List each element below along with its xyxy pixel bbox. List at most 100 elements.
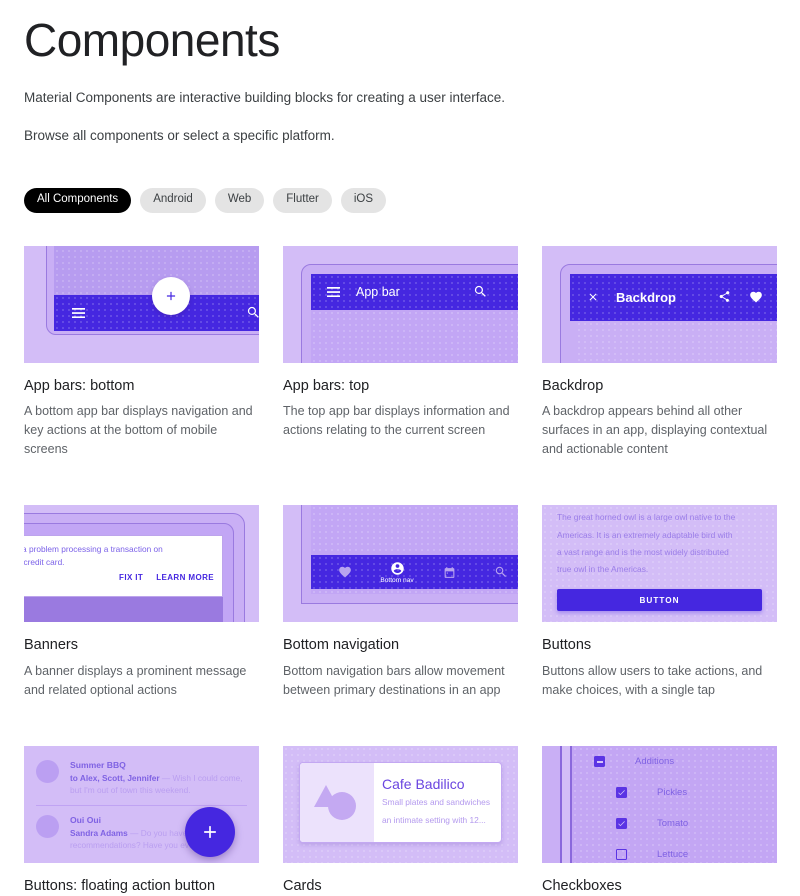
backdrop-title: Backdrop [616,289,676,305]
card-title: Backdrop [542,377,604,394]
card-description: The top app bar displays information and… [283,404,510,438]
cards-illustration: Cafe Badilico Small plates and sandwiche… [283,746,518,864]
close-icon [589,293,597,301]
checkbox-row-tomato[interactable]: Tomato [572,808,777,839]
bottom-nav-item-account[interactable]: Bottom nav [371,561,423,584]
checkbox-row-pickles[interactable]: Pickles [572,777,777,808]
card-description: A bottom app bar displays navigation and… [24,404,253,457]
checkbox-label: Pickles [657,787,688,799]
buttons-body-line-3: a vast range and is the most widely dist… [557,546,729,557]
chip-flutter[interactable]: Flutter [273,188,332,213]
checkbox-row-additions[interactable]: Additions [572,746,777,777]
share-icon [719,290,730,302]
checkbox-indeterminate[interactable] [594,756,605,768]
bottom-nav-item-favorites[interactable] [319,565,371,579]
card-description: A banner displays a prominent message an… [24,664,247,698]
bottom-nav-item-search[interactable] [475,565,518,579]
card-title: Cards [283,878,322,895]
mail-subject: Summer BBQ [70,760,126,771]
page-intro-line-2: Browse all components or select a specif… [24,128,335,144]
page-intro-line-1: Material Components are interactive buil… [24,89,505,105]
chip-ios[interactable]: iOS [340,188,387,213]
banner-message-line-2: your credit card. [24,556,65,567]
component-card-cards[interactable]: Cafe Badilico Small plates and sandwiche… [283,746,518,896]
card-description: A backdrop appears behind all other surf… [542,404,768,457]
card-title: Bottom navigation [283,637,400,654]
bottom-nav-item-calendar[interactable] [423,566,475,579]
card-description: Buttons allow users to take actions, and… [542,664,763,698]
card-title: Buttons: floating action button [24,878,216,895]
search-icon [247,306,259,318]
hamburger-icon [72,307,85,318]
mail-recipients: to Alex, Scott, Jennifer [70,773,160,784]
chip-all-components[interactable]: All Components [24,188,132,213]
component-card-buttons[interactable]: The great horned owl is a large owl nati… [542,505,777,700]
banner-action-fix-it[interactable]: FIX IT [119,573,143,582]
page-title: Components [24,14,280,66]
checkbox-checked[interactable] [616,787,627,799]
chip-android[interactable]: Android [140,188,206,213]
component-card-floating-action-button[interactable]: Summer BBQ to Alex, Scott, Jennifer — Wi… [24,746,259,896]
platform-filter-chips: All Components Android Web Flutter iOS [24,188,776,213]
account-circle-icon [390,562,404,575]
contained-button[interactable]: BUTTON [557,589,762,612]
app-bars-top-illustration: App bar [283,245,518,363]
calendar-icon [444,566,454,578]
card-supporting-line-1: Small plates and sandwiches [382,797,491,808]
card-title: App bars: bottom [24,377,135,394]
app-bar-title: App bar [356,284,400,299]
banner-action-learn-more[interactable]: LEARN MORE [156,573,214,582]
heart-icon [750,291,762,302]
checkboxes-illustration: Additions Pickles Tomato Lettuce [542,746,777,864]
card-title: App bars: top [283,377,370,394]
card-media-title: Cafe Badilico [382,776,465,793]
component-card-banners[interactable]: was a problem processing a transaction o… [24,505,259,700]
buttons-body-line-4: true owl in the Americas. [557,564,649,575]
component-card-app-bars-top[interactable]: App bar App bars: top The top app bar di… [283,245,518,460]
top-app-bar: App bar [311,273,518,310]
card-title: Checkboxes [542,878,622,895]
banner-message-line-1: was a problem processing a transaction o… [24,544,163,555]
components-grid: App bars: bottom A bottom app bar displa… [24,245,777,896]
bottom-navigation-illustration: Bottom nav [283,505,518,623]
demo-card: Cafe Badilico Small plates and sandwiche… [299,762,502,844]
component-card-checkboxes[interactable]: Additions Pickles Tomato Lettuce Checkbo… [542,746,777,896]
bottom-nav-label: Bottom nav [380,576,414,584]
plus-icon [204,826,216,839]
floating-action-button[interactable] [185,807,235,858]
checkbox-label: Additions [635,756,675,768]
checkbox-checked[interactable] [616,818,627,830]
checkbox-unchecked[interactable] [616,849,627,861]
checkbox-list-panel: Additions Pickles Tomato Lettuce [572,746,777,864]
card-description: Bottom navigation bars allow movement be… [283,664,505,698]
avatar [36,760,59,784]
search-icon [495,567,506,578]
checkbox-label: Lettuce [657,849,689,861]
mail-sender: Sandra Adams [70,828,128,839]
banners-illustration: was a problem processing a transaction o… [24,505,259,623]
buttons-illustration: The great horned owl is a large owl nati… [542,505,777,623]
card-title: Banners [24,637,79,654]
side-surface [542,746,560,864]
card-body: Cafe Badilico Small plates and sandwiche… [374,763,500,842]
component-card-backdrop[interactable]: Backdrop Backdrop A backdrop appears beh… [542,245,777,460]
divider [36,805,247,807]
button-label: BUTTON [639,595,680,605]
floating-action-button [152,276,190,315]
component-card-bottom-navigation[interactable]: Bottom nav Bottom navigation Bottom navi… [283,505,518,700]
card-title: Buttons [542,637,592,654]
chip-web[interactable]: Web [214,188,265,213]
component-card-app-bars-bottom[interactable]: App bars: bottom A bottom app bar displa… [24,245,259,460]
fab-illustration: Summer BBQ to Alex, Scott, Jennifer — Wi… [24,746,259,864]
rule-line [560,746,562,864]
checkbox-label: Tomato [657,818,689,830]
banner-sheet: was a problem processing a transaction o… [24,535,223,598]
heart-icon [339,567,351,578]
search-icon [474,285,486,297]
front-layer-surface [576,320,777,363]
banner-actions: FIX IT LEARN MORE [24,568,222,582]
card-media [300,763,374,843]
triangle-circle-icon [314,785,356,821]
checkbox-row-lettuce[interactable]: Lettuce [572,839,777,863]
bottom-navigation-bar: Bottom nav [311,555,518,590]
